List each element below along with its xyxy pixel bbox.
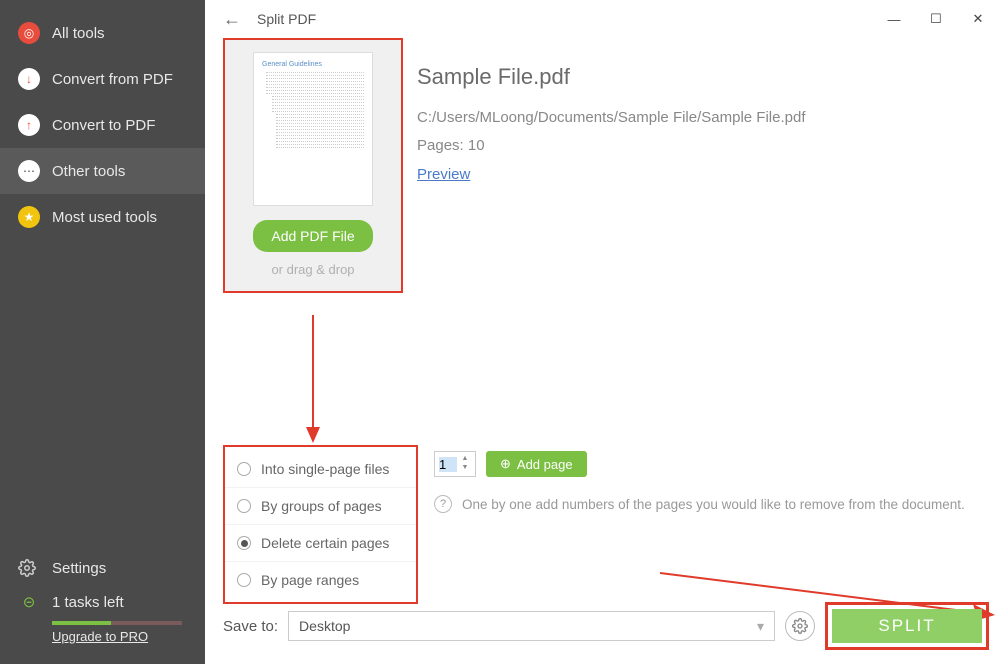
- target-icon: ◎: [18, 22, 40, 44]
- preview-link[interactable]: Preview: [417, 161, 806, 190]
- minimize-button[interactable]: —: [873, 5, 915, 33]
- page-input-row: ▲ ▼ ⊕ Add page: [434, 451, 989, 477]
- save-location-value: Desktop: [299, 618, 350, 634]
- option-groups[interactable]: By groups of pages: [225, 488, 416, 525]
- stepper-up-icon[interactable]: ▲: [459, 455, 471, 464]
- drag-drop-label: or drag & drop: [271, 262, 354, 277]
- window-controls: — ☐ ✕: [873, 5, 999, 33]
- file-block: General Guidelines Add PDF File or drag …: [223, 38, 989, 293]
- main-panel: ← Split PDF — ☐ ✕ General Guidelines: [205, 0, 1007, 664]
- chevron-down-icon: ▾: [757, 618, 764, 635]
- window-title: Split PDF: [257, 11, 316, 27]
- sidebar-item-convert-from-pdf[interactable]: ↓ Convert from PDF: [0, 56, 205, 102]
- file-name: Sample File.pdf: [417, 56, 806, 98]
- option-label: By page ranges: [261, 572, 359, 588]
- gear-icon: [18, 559, 40, 577]
- save-settings-button[interactable]: [785, 611, 815, 641]
- sidebar-footer: Settings ⊝ 1 tasks left Upgrade to PRO: [0, 537, 205, 664]
- add-pdf-button[interactable]: Add PDF File: [253, 220, 372, 252]
- options-detail: ▲ ▼ ⊕ Add page ? One by one add numbers …: [434, 445, 989, 604]
- radio-icon: [237, 573, 251, 587]
- tasks-left[interactable]: ⊝ 1 tasks left: [18, 585, 187, 619]
- tasks-label: 1 tasks left: [52, 594, 124, 611]
- sidebar: ◎ All tools ↓ Convert from PDF ↑ Convert…: [0, 0, 205, 664]
- hint-row: ? One by one add numbers of the pages yo…: [434, 495, 989, 513]
- annotation-arrow-down: [303, 315, 323, 445]
- file-info: Sample File.pdf C:/Users/MLoong/Document…: [417, 38, 806, 293]
- thumbnail-column: General Guidelines Add PDF File or drag …: [223, 38, 403, 293]
- option-delete-pages[interactable]: Delete certain pages: [225, 525, 416, 562]
- radio-icon: [237, 499, 251, 513]
- pdf-thumbnail[interactable]: General Guidelines: [253, 52, 373, 206]
- radio-icon: [237, 536, 251, 550]
- arrow-down-icon: ↓: [18, 68, 40, 90]
- sidebar-item-label: Convert to PDF: [52, 117, 155, 134]
- star-icon: ★: [18, 206, 40, 228]
- close-button[interactable]: ✕: [957, 5, 999, 33]
- option-label: By groups of pages: [261, 498, 382, 514]
- split-button-highlight: SPLIT: [825, 602, 989, 650]
- sidebar-item-most-used-tools[interactable]: ★ Most used tools: [0, 194, 205, 240]
- settings-label: Settings: [52, 560, 106, 577]
- page-number-input[interactable]: [439, 457, 457, 472]
- sidebar-item-label: Other tools: [52, 163, 125, 180]
- option-label: Into single-page files: [261, 461, 389, 477]
- save-to-label: Save to:: [223, 618, 278, 635]
- split-button[interactable]: SPLIT: [832, 609, 982, 643]
- question-icon: ?: [434, 495, 452, 513]
- split-mode-list: Into single-page files By groups of page…: [223, 445, 418, 604]
- sidebar-item-other-tools[interactable]: ⋯ Other tools: [0, 148, 205, 194]
- gear-icon: [792, 618, 808, 634]
- bottom-bar: Save to: Desktop ▾ SPLIT: [205, 591, 1007, 664]
- sidebar-item-label: Most used tools: [52, 209, 157, 226]
- maximize-button[interactable]: ☐: [915, 5, 957, 33]
- stepper-down-icon[interactable]: ▼: [459, 464, 471, 473]
- sidebar-nav: ◎ All tools ↓ Convert from PDF ↑ Convert…: [0, 0, 205, 537]
- dots-icon: ⋯: [18, 160, 40, 182]
- tasks-progress: [52, 621, 182, 625]
- settings-link[interactable]: Settings: [18, 551, 187, 585]
- plus-circle-icon: ⊕: [500, 456, 511, 472]
- hint-text: One by one add numbers of the pages you …: [462, 497, 965, 512]
- page-number-stepper[interactable]: ▲ ▼: [434, 451, 476, 477]
- add-page-label: Add page: [517, 457, 573, 472]
- file-pages: Pages: 10: [417, 132, 806, 161]
- arrow-up-icon: ↑: [18, 114, 40, 136]
- sidebar-item-label: All tools: [52, 25, 105, 42]
- radio-icon: [237, 462, 251, 476]
- sidebar-item-label: Convert from PDF: [52, 71, 173, 88]
- file-path: C:/Users/MLoong/Documents/Sample File/Sa…: [417, 104, 806, 133]
- sidebar-item-convert-to-pdf[interactable]: ↑ Convert to PDF: [0, 102, 205, 148]
- sidebar-item-all-tools[interactable]: ◎ All tools: [0, 10, 205, 56]
- thumb-title: General Guidelines: [262, 61, 364, 69]
- key-icon: ⊝: [18, 593, 40, 611]
- add-page-button[interactable]: ⊕ Add page: [486, 451, 587, 477]
- back-button[interactable]: ←: [213, 5, 251, 34]
- titlebar: ← Split PDF — ☐ ✕: [205, 0, 1007, 38]
- save-location-select[interactable]: Desktop ▾: [288, 611, 775, 641]
- upgrade-link[interactable]: Upgrade to PRO: [52, 629, 187, 644]
- options-panel: Into single-page files By groups of page…: [205, 445, 1007, 604]
- option-label: Delete certain pages: [261, 535, 389, 551]
- content-area: General Guidelines Add PDF File or drag …: [205, 38, 1007, 293]
- option-single-page[interactable]: Into single-page files: [225, 451, 416, 488]
